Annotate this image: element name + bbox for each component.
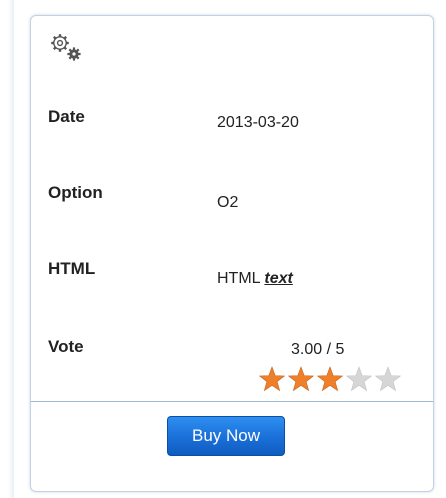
date-label: Date	[48, 107, 85, 126]
card-divider	[31, 401, 433, 402]
star-filled-icon[interactable]	[259, 366, 286, 392]
option-value: O2	[217, 194, 239, 211]
star-filled-icon[interactable]	[287, 366, 315, 392]
page-left-edge	[0, 0, 14, 498]
star-filled-icon[interactable]	[316, 366, 344, 392]
date-value: 2013-03-20	[217, 114, 299, 131]
vote-label: Vote	[48, 337, 84, 356]
option-label: Option	[48, 183, 103, 202]
html-label: HTML	[48, 259, 96, 278]
vote-row: Vote 3.00 / 5	[48, 337, 423, 392]
buy-now-button[interactable]: Buy Now	[167, 416, 285, 456]
html-value: HTML text	[217, 270, 293, 288]
vote-score: 3.00 / 5	[291, 341, 345, 358]
html-row: HTML HTML text	[48, 259, 423, 299]
gears-icon[interactable]	[48, 31, 86, 65]
option-row: Option O2	[48, 183, 423, 223]
star-rating[interactable]	[259, 366, 405, 392]
html-value-emphasis: text	[264, 270, 293, 287]
product-card: Date 2013-03-20 Option O2 HTML HTML text…	[30, 15, 434, 492]
html-value-plain: HTML	[217, 270, 265, 287]
date-row: Date 2013-03-20	[48, 107, 423, 147]
star-empty-icon[interactable]	[345, 366, 373, 392]
star-empty-icon[interactable]	[374, 366, 402, 392]
